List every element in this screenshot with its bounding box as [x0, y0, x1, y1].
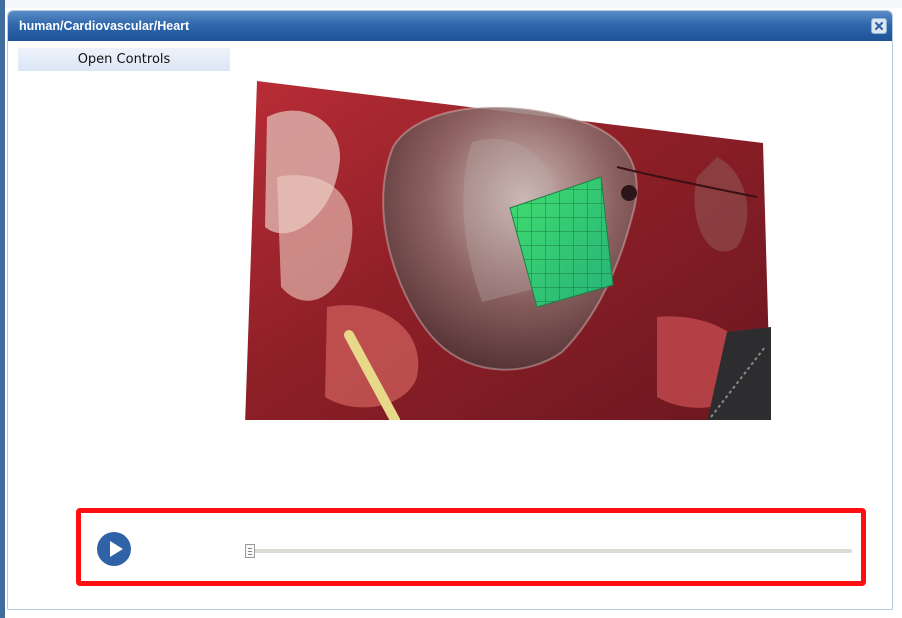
seek-track[interactable]: [246, 549, 852, 553]
seek-thumb[interactable]: [245, 544, 255, 558]
heart-dialog: human/Cardiovascular/Heart Open Controls: [7, 10, 893, 610]
top-strip: [5, 0, 902, 8]
window-edge: [0, 0, 5, 618]
dialog-titlebar[interactable]: human/Cardiovascular/Heart: [8, 11, 892, 41]
close-icon: [875, 22, 883, 30]
close-button[interactable]: [871, 18, 887, 34]
surgical-scene: [245, 81, 771, 425]
media-player-controls: [76, 508, 866, 586]
heart-viewer[interactable]: [237, 77, 771, 425]
dialog-title: human/Cardiovascular/Heart: [19, 19, 190, 33]
open-controls-button[interactable]: Open Controls: [18, 48, 230, 71]
play-button[interactable]: [97, 532, 131, 566]
